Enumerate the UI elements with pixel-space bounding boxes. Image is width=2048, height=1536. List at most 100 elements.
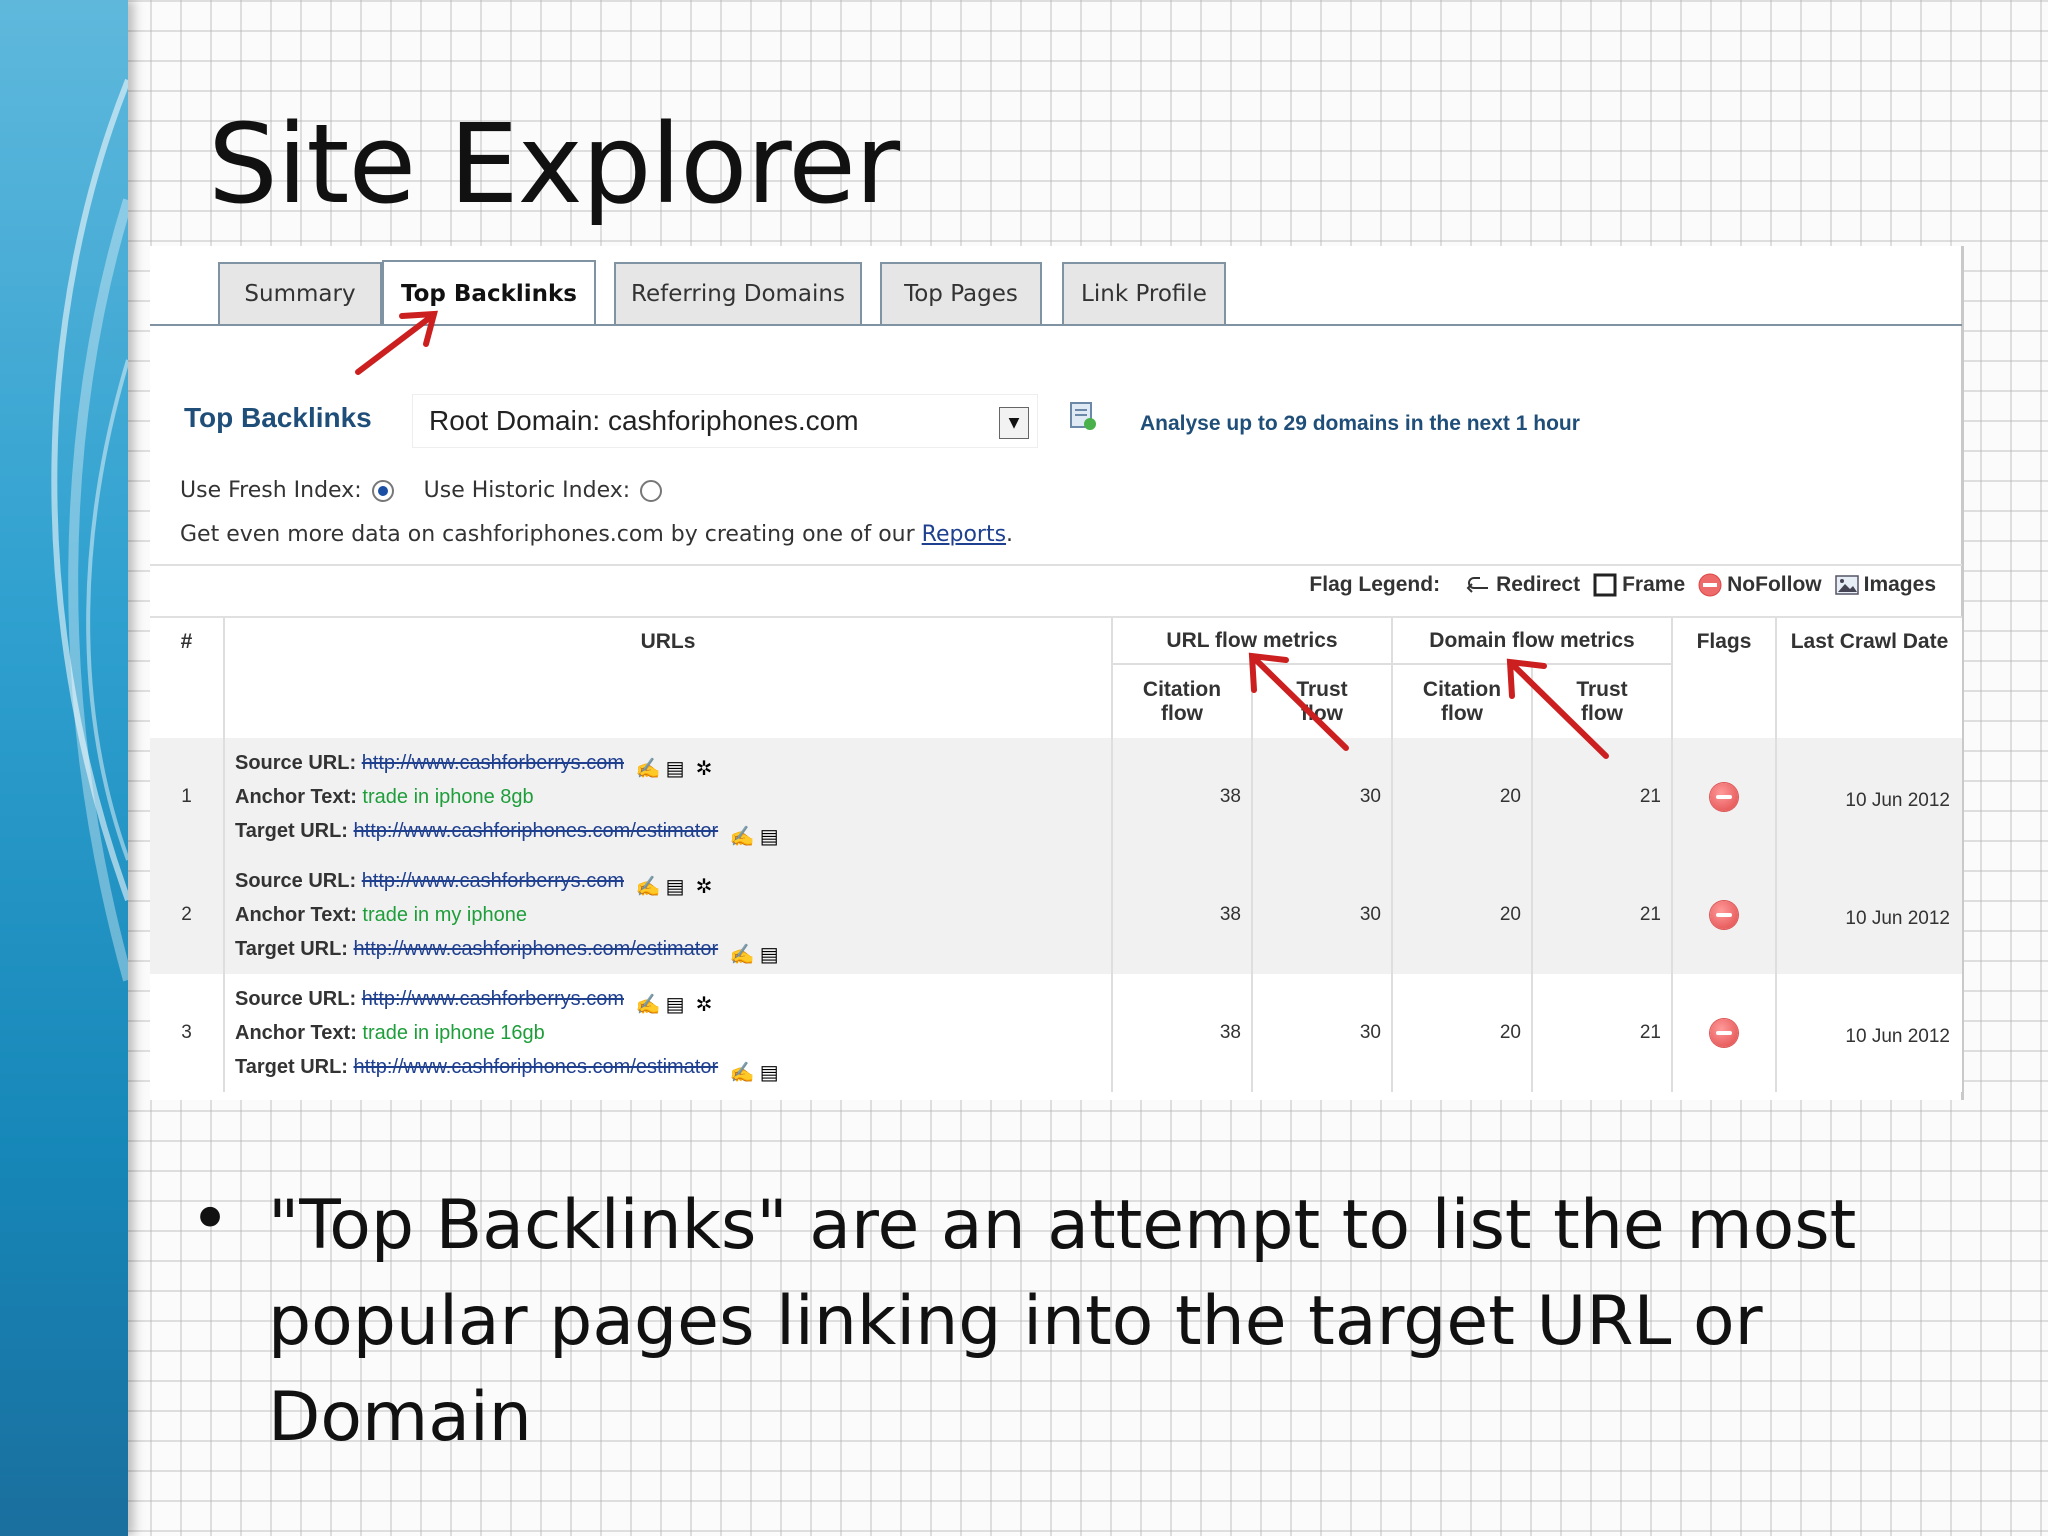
target-url-label: Target URL: <box>235 938 348 960</box>
explore-icon[interactable]: ✲ <box>696 752 720 780</box>
source-url-label: Source URL: <box>235 870 357 892</box>
source-url-label: Source URL: <box>235 988 357 1010</box>
last-crawl-date: 10 Jun 2012 <box>1775 974 1962 1092</box>
tab-summary[interactable]: Summary <box>218 262 382 324</box>
nofollow-icon <box>1710 1019 1738 1047</box>
table-row: 3 Source URL: http://www.cashforberrys.c… <box>150 974 1962 1092</box>
last-crawl-date: 10 Jun 2012 <box>1775 856 1962 974</box>
domain-citation-flow: 20 <box>1391 974 1532 1092</box>
tab-top-pages[interactable]: Top Pages <box>880 262 1042 324</box>
url-trust-flow: 30 <box>1251 738 1392 856</box>
row-flags <box>1671 856 1776 974</box>
report-icon[interactable]: ▤ <box>760 820 784 848</box>
explore-icon[interactable]: ✲ <box>696 988 720 1016</box>
header-label: Citation flow <box>1422 677 1502 725</box>
index-options: Use Fresh Index: Use Historic Index: <box>180 478 692 503</box>
table-row: 1 Source URL: http://www.cashforberrys.c… <box>150 738 1962 856</box>
report-icon[interactable]: ▤ <box>760 1056 784 1084</box>
anchor-text: trade in iphone 8gb <box>362 786 534 808</box>
domain-citation-flow: 20 <box>1391 738 1532 856</box>
flag-legend-title: Flag Legend: <box>1309 573 1441 596</box>
col-header-domain-trust-flow[interactable]: Trust flow <box>1531 664 1672 738</box>
header-label: Trust flow <box>1576 677 1628 725</box>
report-icon[interactable]: ▤ <box>666 752 690 780</box>
anchor-text-label: Anchor Text: <box>235 904 357 926</box>
target-url-link[interactable]: http://www.cashforiphones.com/estimator <box>354 938 719 960</box>
col-header-url-trust-flow[interactable]: Trust flow <box>1251 664 1392 738</box>
tab-link-profile[interactable]: Link Profile <box>1062 262 1226 324</box>
col-header-domain-citation-flow[interactable]: Citation flow <box>1391 664 1532 738</box>
source-url-link[interactable]: http://www.cashforberrys.com <box>362 870 624 892</box>
more-data-sentence: Get even more data on cashforiphones.com… <box>180 522 915 547</box>
tab-label: Top Pages <box>904 281 1018 307</box>
row-number: 3 <box>150 974 224 1092</box>
chevron-down-icon[interactable]: ▼ <box>999 407 1029 439</box>
row-urls: Source URL: http://www.cashforberrys.com… <box>223 856 1112 974</box>
edit-icon[interactable]: ✍ <box>730 1056 755 1084</box>
section-label: Top Backlinks <box>184 402 372 433</box>
nofollow-icon <box>1710 901 1738 929</box>
col-header-url-citation-flow[interactable]: Citation flow <box>1111 664 1252 738</box>
source-url-label: Source URL: <box>235 752 357 774</box>
report-icon[interactable]: ▤ <box>666 988 690 1016</box>
source-url-link[interactable]: http://www.cashforberrys.com <box>362 988 624 1010</box>
slide-side-band <box>0 0 128 1536</box>
edit-icon[interactable]: ✍ <box>636 870 661 898</box>
edit-icon[interactable]: ✍ <box>636 988 661 1016</box>
legend-item-nofollow: NoFollow <box>1697 572 1822 598</box>
slide-title: Site Explorer <box>208 100 900 228</box>
domain-select[interactable]: Root Domain: cashforiphones.com ▼ <box>412 394 1038 448</box>
col-header-flags: Flags <box>1671 618 1776 738</box>
last-crawl-date: 10 Jun 2012 <box>1775 738 1962 856</box>
col-header-domain-flow-metrics: Domain flow metrics <box>1391 618 1672 665</box>
col-header-urls[interactable]: URLs <box>223 618 1112 738</box>
target-url-link[interactable]: http://www.cashforiphones.com/estimator <box>354 820 719 842</box>
table-row: 2 Source URL: http://www.cashforberrys.c… <box>150 856 1962 974</box>
tab-top-backlinks[interactable]: Top Backlinks <box>382 260 596 326</box>
edit-icon[interactable]: ✍ <box>636 752 661 780</box>
header-label: Citation flow <box>1142 677 1222 725</box>
fresh-index-radio[interactable] <box>371 479 394 502</box>
anchor-text: trade in iphone 16gb <box>362 1022 545 1044</box>
report-icon[interactable]: ▤ <box>760 938 784 966</box>
url-citation-flow: 38 <box>1111 974 1252 1092</box>
url-citation-flow: 38 <box>1111 738 1252 856</box>
legend-item-images: Images <box>1834 572 1936 598</box>
historic-index-radio[interactable] <box>640 479 663 502</box>
tab-label: Summary <box>244 281 356 307</box>
edit-icon[interactable]: ✍ <box>730 938 755 966</box>
tab-referring-domains[interactable]: Referring Domains <box>614 262 862 324</box>
domain-citation-flow: 20 <box>1391 856 1532 974</box>
more-data-text: Get even more data on cashforiphones.com… <box>180 522 1013 547</box>
source-url-link[interactable]: http://www.cashforberrys.com <box>362 752 624 774</box>
images-icon <box>1834 575 1859 595</box>
legend-item-redirect: Redirect <box>1466 572 1580 598</box>
frame-icon <box>1593 573 1617 597</box>
nofollow-icon <box>1710 783 1738 811</box>
row-flags <box>1671 738 1776 856</box>
bullet-marker: • <box>190 1180 231 1259</box>
url-trust-flow: 30 <box>1251 856 1392 974</box>
analyse-report-icon[interactable] <box>1068 400 1098 432</box>
col-header-last-crawl-date[interactable]: Last Crawl Date <box>1775 618 1962 738</box>
more-data-period: . <box>1006 522 1014 547</box>
tab-label: Referring Domains <box>631 281 845 307</box>
backlinks-table: # URLs URL flow metrics Domain flow metr… <box>150 618 1962 1092</box>
anchor-text-label: Anchor Text: <box>235 1022 357 1044</box>
explore-icon[interactable]: ✲ <box>696 870 720 898</box>
site-explorer-panel: Summary Top Backlinks Referring Domains … <box>150 246 1964 1100</box>
target-url-link[interactable]: http://www.cashforiphones.com/estimator <box>354 1056 719 1078</box>
report-icon[interactable]: ▤ <box>666 870 690 898</box>
tab-label: Link Profile <box>1081 281 1207 307</box>
row-urls: Source URL: http://www.cashforberrys.com… <box>223 974 1112 1092</box>
reports-link[interactable]: Reports <box>922 522 1006 547</box>
edit-icon[interactable]: ✍ <box>730 820 755 848</box>
col-header-url-flow-metrics: URL flow metrics <box>1111 618 1392 665</box>
fresh-index-label: Use Fresh Index: <box>180 478 362 503</box>
domain-select-value: Root Domain: cashforiphones.com <box>429 405 859 436</box>
legend-label: Images <box>1863 573 1936 596</box>
legend-item-frame: Frame <box>1592 572 1685 598</box>
legend-label: Frame <box>1622 573 1686 596</box>
nofollow-icon <box>1698 573 1722 597</box>
slide-bullet-text: "Top Backlinks" are an attempt to list t… <box>268 1186 1857 1457</box>
